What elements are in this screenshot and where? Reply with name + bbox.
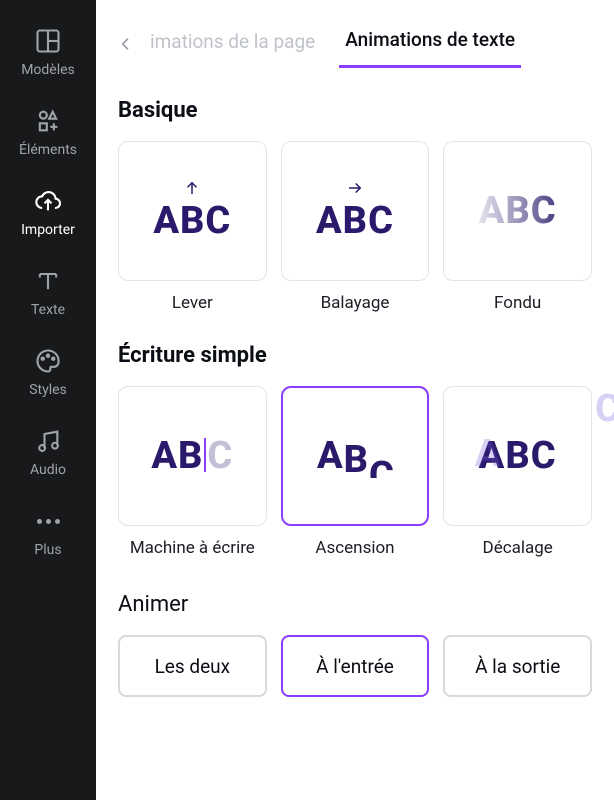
- anim-label: Décalage: [483, 538, 553, 558]
- anim-decalage[interactable]: AABCC Décalage: [443, 386, 592, 558]
- preview-text: ABC: [316, 199, 394, 243]
- tab-text-animations[interactable]: Animations de texte: [339, 20, 521, 68]
- anim-label: Ascension: [315, 538, 394, 558]
- section-title: Écriture simple: [118, 343, 592, 368]
- arrow-right-icon: [346, 179, 364, 197]
- animer-option-sortie[interactable]: À la sortie: [443, 635, 592, 697]
- sidebar-item-label: Importer: [21, 222, 75, 238]
- anim-lever[interactable]: ABC Lever: [118, 141, 267, 313]
- anim-machine-a-ecrire[interactable]: ABC Machine à écrire: [118, 386, 267, 558]
- anim-label: Machine à écrire: [130, 538, 255, 558]
- palette-icon: [33, 346, 63, 376]
- tabs-row: imations de la page Animations de texte: [96, 0, 614, 68]
- sidebar-item-label: Éléments: [19, 142, 77, 158]
- sidebar-item-modeles[interactable]: Modèles: [0, 14, 96, 88]
- shapes-icon: [33, 106, 63, 136]
- preview-text: ABC: [151, 434, 233, 478]
- animer-options: Les deux À l'entrée À la sortie: [96, 635, 614, 697]
- preview-text: ABC: [479, 189, 557, 233]
- sidebar-item-plus[interactable]: Plus: [0, 494, 96, 568]
- anim-balayage[interactable]: ABC Balayage: [281, 141, 430, 313]
- animer-title: Animer: [96, 558, 614, 617]
- text-icon: [33, 266, 63, 296]
- animer-option-entree[interactable]: À l'entrée: [281, 635, 430, 697]
- preview-text: AB: [317, 434, 393, 478]
- more-icon: [33, 506, 63, 536]
- sidebar-item-label: Audio: [30, 462, 66, 478]
- animations-panel: imations de la page Animations de texte …: [96, 0, 614, 800]
- cloud-upload-icon: [33, 186, 63, 216]
- sidebar-item-label: Texte: [31, 302, 65, 318]
- section-basique: Basique ABC Lever ABC Balayage: [96, 68, 614, 313]
- preview-text: ABC: [153, 199, 231, 243]
- music-icon: [33, 426, 63, 456]
- section-ecriture-simple: Écriture simple ABC Machine à écrire AB …: [96, 313, 614, 558]
- tab-page-animations[interactable]: imations de la page: [144, 22, 321, 67]
- preview-text: AABCC: [479, 434, 557, 478]
- templates-icon: [33, 26, 63, 56]
- chevron-left-icon: [118, 36, 134, 52]
- anim-label: Lever: [172, 293, 213, 313]
- sidebar-item-texte[interactable]: Texte: [0, 254, 96, 328]
- sidebar-item-importer[interactable]: Importer: [0, 174, 96, 248]
- animer-option-les-deux[interactable]: Les deux: [118, 635, 267, 697]
- anim-fondu[interactable]: ABC Fondu: [443, 141, 592, 313]
- section-title: Basique: [118, 98, 592, 123]
- anim-label: Fondu: [494, 293, 541, 313]
- sidebar-item-label: Plus: [34, 542, 61, 558]
- anim-ascension[interactable]: AB Ascension: [281, 386, 430, 558]
- back-button[interactable]: [108, 26, 144, 62]
- arrow-up-icon: [183, 179, 201, 197]
- anim-label: Balayage: [321, 293, 390, 313]
- sidebar-item-styles[interactable]: Styles: [0, 334, 96, 408]
- sidebar-item-audio[interactable]: Audio: [0, 414, 96, 488]
- sidebar-item-label: Styles: [29, 382, 67, 398]
- sidebar: Modèles Éléments Importer: [0, 0, 96, 800]
- sidebar-item-label: Modèles: [21, 62, 75, 78]
- sidebar-item-elements[interactable]: Éléments: [0, 94, 96, 168]
